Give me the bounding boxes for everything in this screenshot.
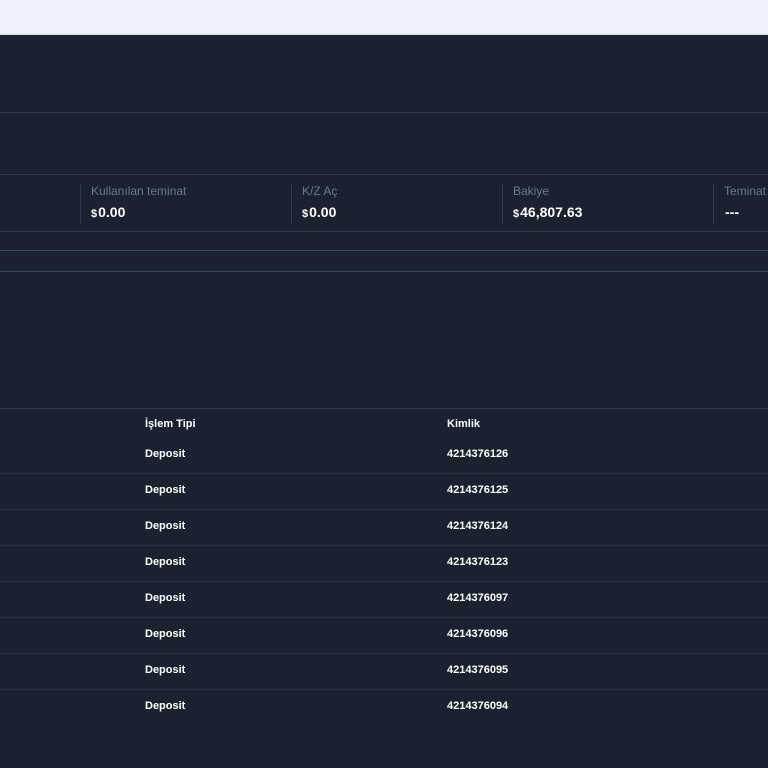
currency-symbol: $ [302, 208, 309, 220]
cell-id: 4214376097 [447, 592, 509, 604]
stat-label: Bakiye [513, 184, 550, 198]
table-row[interactable]: Deposit 4214376126 [0, 438, 768, 474]
table-row[interactable]: Deposit 4214376124 [0, 510, 768, 546]
cell-id: 4214376095 [447, 664, 509, 676]
cell-type: Deposit [145, 556, 186, 568]
table-row[interactable]: Deposit 4214376094 [0, 690, 768, 726]
currency-symbol: $ [513, 208, 520, 220]
stat-divider [713, 184, 714, 224]
table-row[interactable]: Deposit 4214376125 [0, 474, 768, 510]
cell-id: 4214376124 [447, 520, 509, 532]
browser-top-bar [0, 0, 768, 35]
stat-value: $46,807.63 [513, 204, 582, 220]
table-row[interactable]: Deposit 4214376123 [0, 546, 768, 582]
cell-type: Deposit [145, 700, 186, 712]
stat-amount: 0.00 [309, 204, 337, 220]
stat-amount: 46,807.63 [520, 204, 583, 220]
divider-line [0, 250, 768, 251]
stat-amount: --- [725, 204, 739, 220]
stat-divider [80, 184, 81, 224]
divider-line [0, 231, 768, 232]
stat-amount: 0.00 [98, 204, 126, 220]
stat-label: Kullanılan teminat [91, 184, 187, 198]
stat-label: K/Z Aç [302, 184, 338, 198]
cell-id: 4214376096 [447, 628, 509, 640]
table-row[interactable]: Deposit 4214376095 [0, 654, 768, 690]
currency-symbol: $ [91, 208, 98, 220]
column-header-type[interactable]: İşlem Tipi [145, 418, 196, 430]
stat-label: Teminat [724, 184, 767, 198]
stat-value: $0.00 [91, 204, 125, 220]
divider-line [0, 271, 768, 272]
divider-line [0, 112, 768, 113]
stat-value: --- [724, 204, 739, 220]
cell-type: Deposit [145, 592, 186, 604]
stat-divider [502, 184, 503, 224]
table-row[interactable]: Deposit 4214376096 [0, 618, 768, 654]
stat-value: $0.00 [302, 204, 336, 220]
stat-divider [291, 184, 292, 224]
divider-line [0, 408, 768, 409]
divider-line [0, 174, 768, 175]
column-header-id[interactable]: Kimlik [447, 418, 480, 430]
table-row[interactable]: Deposit 4214376097 [0, 582, 768, 618]
cell-type: Deposit [145, 484, 186, 496]
cell-type: Deposit [145, 520, 186, 532]
cell-id: 4214376123 [447, 556, 509, 568]
cell-id: 4214376126 [447, 448, 509, 460]
cell-type: Deposit [145, 664, 186, 676]
cell-id: 4214376125 [447, 484, 509, 496]
cell-type: Deposit [145, 448, 186, 460]
cell-id: 4214376094 [447, 700, 509, 712]
cell-type: Deposit [145, 628, 186, 640]
